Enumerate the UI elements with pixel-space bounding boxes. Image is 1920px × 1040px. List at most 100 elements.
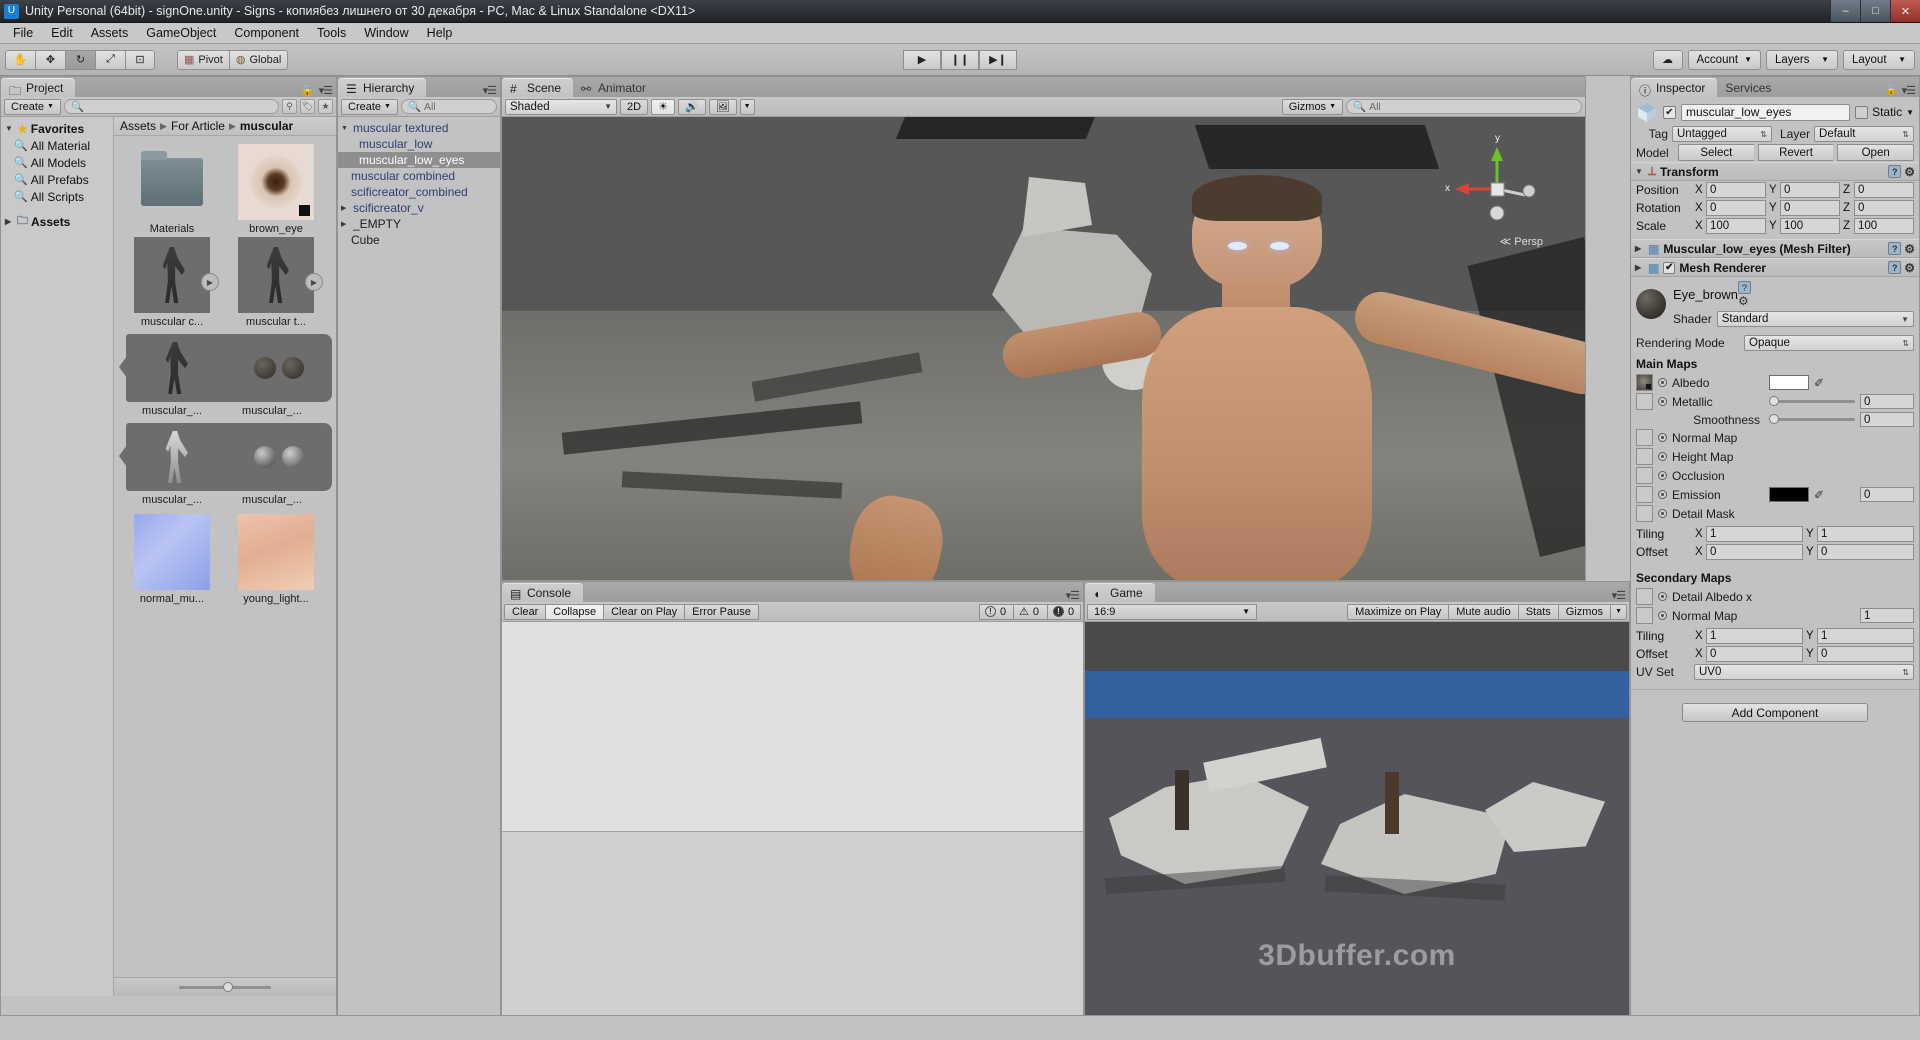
secondary-normal-texture-slot[interactable] (1636, 607, 1653, 624)
scale-tool-icon[interactable]: ⤢ (95, 49, 125, 70)
chevron-right-icon[interactable]: ▶ (341, 220, 351, 228)
object-enabled-checkbox[interactable]: ✔ (1663, 105, 1676, 119)
menu-component[interactable]: Component (225, 24, 308, 42)
shader-dropdown[interactable]: Standard ▼ (1716, 311, 1914, 327)
scale-z-input[interactable]: 100 (1854, 218, 1914, 234)
metallic-slider[interactable] (1769, 396, 1855, 406)
asset-item[interactable]: muscular_... (222, 402, 322, 417)
hierarchy-item-scificreator-combined[interactable]: scificreator_combined (338, 184, 500, 200)
panel-menu-icon[interactable]: ▾☰ (483, 84, 497, 97)
asset-item[interactable]: normal_mu... (122, 514, 222, 605)
tab-game[interactable]: ◖ Game (1085, 583, 1155, 602)
asset-wide-thumbnail[interactable] (119, 334, 332, 402)
detail-mask-toggle-icon[interactable] (1658, 509, 1667, 518)
asset-item[interactable]: ▶ muscular c... (122, 237, 222, 328)
rotation-y-input[interactable]: 0 (1780, 200, 1840, 216)
console-warning-count[interactable]: ⚠ 0 (1013, 603, 1047, 620)
panel-menu-icon[interactable]: ▾☰ (319, 84, 333, 97)
filter-by-type-icon[interactable]: ⚲ (282, 99, 297, 114)
metallic-value[interactable]: 0 (1860, 394, 1914, 409)
game-viewport[interactable]: 3Dbuffer.com (1085, 622, 1629, 1015)
albedo-color-swatch[interactable] (1769, 375, 1809, 390)
asset-item[interactable]: muscular_... (222, 491, 322, 506)
tree-item-assets[interactable]: ▶ 🗀 Assets (1, 213, 113, 230)
detail-albedo-texture-slot[interactable] (1636, 588, 1653, 605)
breadcrumb-for-article[interactable]: For Article (171, 119, 225, 133)
transform-component-header[interactable]: ▼ ⟂ Transform ? ⚙ (1631, 162, 1919, 181)
asset-item[interactable]: brown_eye (226, 144, 326, 235)
metallic-toggle-icon[interactable] (1658, 397, 1667, 406)
rotate-tool-icon[interactable]: ↻ (65, 49, 95, 70)
mesh-filter-component-header[interactable]: ▶ ▦ Muscular_low_eyes (Mesh Filter) ? ⚙ (1631, 239, 1919, 258)
rendering-mode-dropdown[interactable]: Opaque ⇅ (1744, 335, 1914, 351)
project-create-button[interactable]: Create ▼ (4, 98, 61, 115)
hierarchy-item-muscular-textured[interactable]: ▼ muscular textured (338, 120, 500, 136)
toggle-2d-button[interactable]: 2D (620, 98, 649, 115)
minimize-button[interactable]: – (1830, 0, 1860, 22)
tab-project[interactable]: 🗀 Project (1, 78, 76, 98)
tiling-x-input[interactable]: 1 (1706, 526, 1803, 542)
filter-by-label-icon[interactable]: 🏷 (300, 99, 315, 114)
layer-dropdown[interactable]: Default ⇅ (1814, 126, 1914, 142)
offset-x-input[interactable]: 0 (1706, 544, 1803, 560)
tree-item-favorites[interactable]: ▼ ★ Favorites (1, 120, 113, 137)
height-map-toggle-icon[interactable] (1658, 452, 1667, 461)
favorite-star-icon[interactable]: ★ (318, 99, 333, 114)
rect-tool-icon[interactable]: ⊡ (125, 49, 155, 70)
thumbnail-size-slider[interactable] (179, 981, 271, 992)
game-gizmos-caret[interactable]: ▼ (1610, 603, 1627, 620)
secondary-offset-y-input[interactable]: 0 (1817, 646, 1914, 662)
hierarchy-create-button[interactable]: Create ▼ (341, 98, 398, 115)
secondary-normal-value[interactable]: 1 (1860, 608, 1914, 623)
tab-hierarchy[interactable]: ☰ Hierarchy (338, 78, 427, 97)
scene-effects-caret[interactable]: ▼ (739, 98, 755, 115)
chevron-down-icon[interactable]: ▼ (1906, 108, 1914, 117)
model-revert-button[interactable]: Revert (1757, 144, 1834, 161)
global-toggle[interactable]: ◍ Global (228, 49, 289, 70)
panel-menu-icon[interactable]: ▾☰ (1902, 84, 1916, 97)
hierarchy-item-muscular-low-eyes[interactable]: muscular_low_eyes (338, 152, 500, 168)
game-gizmos-dropdown[interactable]: Gizmos (1557, 603, 1611, 620)
cloud-button[interactable]: ☁ (1652, 49, 1683, 70)
model-select-button[interactable]: Select (1678, 144, 1754, 161)
emission-toggle-icon[interactable] (1658, 490, 1667, 499)
asset-wide-thumbnail[interactable] (119, 423, 332, 491)
position-y-input[interactable]: 0 (1780, 182, 1840, 198)
offset-y-input[interactable]: 0 (1817, 544, 1914, 560)
menu-tools[interactable]: Tools (308, 24, 355, 42)
tree-item-all-material[interactable]: 🔍 All Material (1, 137, 113, 154)
height-map-texture-slot[interactable] (1636, 448, 1653, 465)
gear-icon[interactable]: ⚙ (1904, 165, 1915, 179)
scene-view-gizmo[interactable]: x y (1445, 133, 1543, 235)
gear-icon[interactable]: ⚙ (1904, 242, 1915, 256)
hand-tool-icon[interactable]: ✋ (5, 49, 35, 70)
account-dropdown[interactable]: Account ▼ (1687, 49, 1761, 70)
console-clear-on-play-toggle[interactable]: Clear on Play (603, 603, 685, 620)
console-detail-pane[interactable] (502, 832, 1083, 1015)
occlusion-toggle-icon[interactable] (1658, 471, 1667, 480)
layers-dropdown[interactable]: Layers ▼ (1766, 49, 1838, 70)
static-checkbox[interactable] (1855, 105, 1869, 119)
uv-set-dropdown[interactable]: UV0 ⇅ (1694, 664, 1914, 680)
game-aspect-dropdown[interactable]: 16:9 ▼ (1087, 603, 1257, 620)
tag-dropdown[interactable]: Untagged ⇅ (1672, 126, 1772, 142)
console-info-count[interactable]: ! 0 (979, 603, 1013, 620)
menu-file[interactable]: File (4, 24, 42, 42)
panel-menu-icon[interactable]: ▾☰ (1612, 589, 1626, 602)
mute-audio-toggle[interactable]: Mute audio (1448, 603, 1518, 620)
pause-button[interactable]: ❙❙ (941, 49, 979, 70)
albedo-toggle-icon[interactable] (1658, 378, 1667, 387)
tree-item-all-prefabs[interactable]: 🔍 All Prefabs (1, 171, 113, 188)
detail-albedo-toggle-icon[interactable] (1658, 592, 1667, 601)
scene-viewport[interactable]: x y ≪ Persp (502, 117, 1585, 580)
help-icon[interactable]: ? (1888, 261, 1902, 274)
maximize-on-play-toggle[interactable]: Maximize on Play (1347, 603, 1449, 620)
scene-audio-toggle[interactable]: 🔊 (677, 98, 706, 115)
help-icon[interactable]: ? (1738, 281, 1752, 294)
layout-dropdown[interactable]: Layout ▼ (1843, 49, 1915, 70)
move-tool-icon[interactable]: ✥ (35, 49, 65, 70)
metallic-texture-slot[interactable] (1636, 393, 1653, 410)
close-button[interactable]: ✕ (1890, 0, 1920, 22)
tab-scene[interactable]: # Scene (502, 78, 574, 97)
occlusion-texture-slot[interactable] (1636, 467, 1653, 484)
